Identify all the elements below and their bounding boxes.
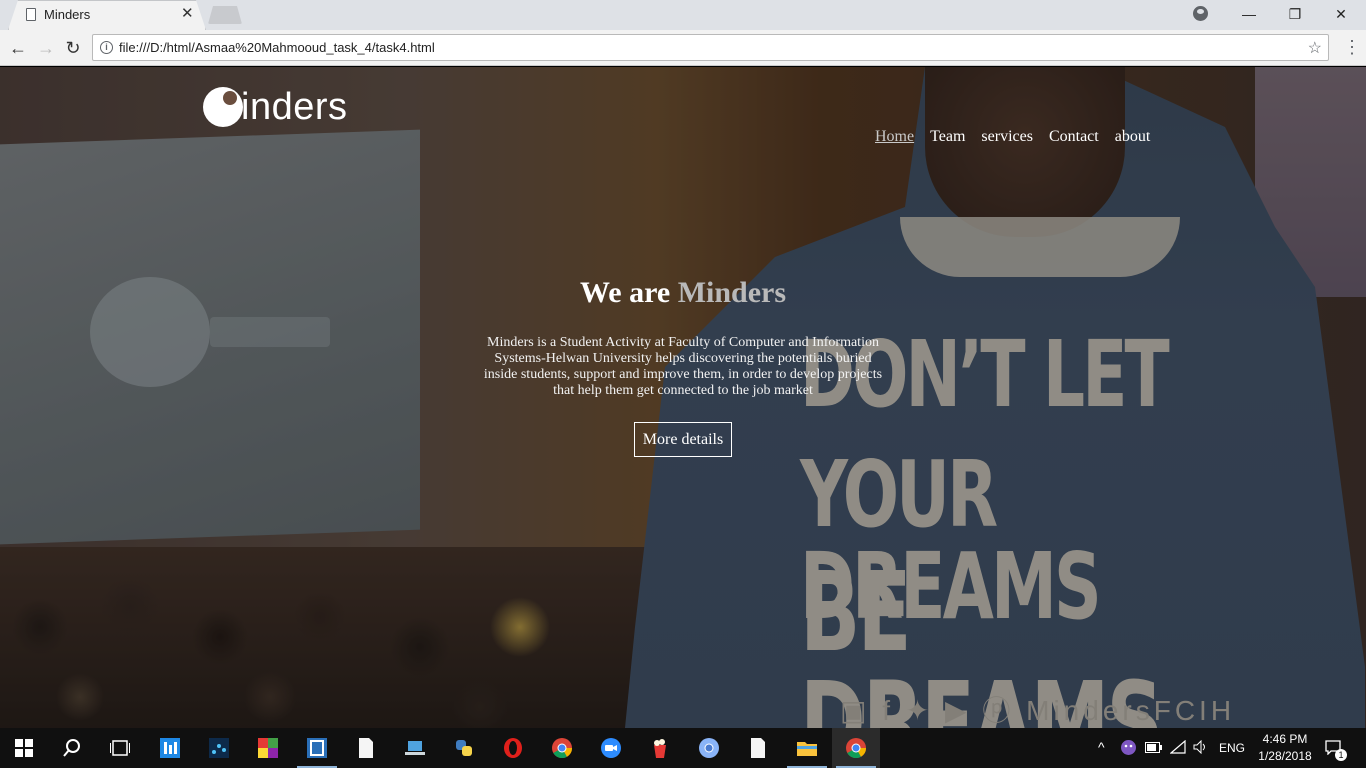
hero-title-prefix: We are [579, 276, 671, 309]
python-icon [456, 740, 472, 756]
tray-app-icon[interactable] [1121, 740, 1136, 755]
clock-time[interactable]: 4:46 PM [1260, 732, 1310, 746]
task-view-icon [110, 740, 130, 756]
info-icon[interactable]: i [100, 41, 113, 54]
browser-tab[interactable] [8, 0, 206, 30]
wifi-icon[interactable] [1170, 740, 1186, 754]
notification-count-badge: 1 [1335, 749, 1347, 761]
page-viewport: DON’T LET YOUR DREAMS BE DREAMS ▣ f ✦ ▶ … [0, 67, 1366, 728]
search-button[interactable] [48, 728, 96, 768]
hero-description: Minders is a Student Activity at Faculty… [483, 335, 883, 398]
site-logo[interactable]: inders [203, 85, 348, 129]
page-icon [26, 8, 36, 21]
restore-button[interactable]: ❐ [1272, 0, 1318, 28]
taskbar-app-zoom[interactable] [587, 728, 635, 768]
close-tab-icon[interactable]: ✕ [181, 5, 194, 23]
laptop-app-icon [405, 741, 425, 755]
logo-mark-icon [203, 87, 243, 127]
taskbar-app-laptop[interactable] [391, 728, 439, 768]
brackets-editor-icon [307, 738, 327, 758]
taskbar-app-document[interactable] [734, 728, 782, 768]
nav-contact[interactable]: Contact [1049, 128, 1099, 146]
browser-menu-icon[interactable]: ⋮ [1343, 37, 1361, 57]
taskbar-app-chrome[interactable] [538, 728, 586, 768]
nav-team[interactable]: Team [930, 128, 965, 146]
window-titlebar: Minders ✕ — ❐ ✕ [0, 0, 1366, 30]
show-hidden-icons-button[interactable]: ^ [1098, 739, 1105, 755]
nav-about[interactable]: about [1115, 128, 1151, 146]
nav-home[interactable]: Home [875, 128, 914, 146]
chrome-active-icon [846, 738, 866, 758]
file-explorer-icon [797, 742, 817, 756]
hero-title: We are Minders [0, 276, 1366, 310]
taskbar-app-file-explorer[interactable] [783, 728, 831, 768]
popcorn-icon [654, 739, 666, 758]
reload-button[interactable]: ↻ [61, 36, 85, 60]
search-icon [63, 739, 80, 757]
bookmark-star-icon[interactable]: ☆ [1308, 38, 1322, 58]
windows-start-icon [15, 739, 33, 757]
taskbar-app-files[interactable] [146, 728, 194, 768]
back-button[interactable]: ← [6, 36, 30, 60]
taskbar-app-brackets[interactable] [293, 728, 341, 768]
document-icon [751, 738, 765, 758]
taskbar-app-popcorn[interactable] [636, 728, 684, 768]
taskbar-app-python[interactable] [440, 728, 488, 768]
zoom-icon [601, 738, 621, 758]
opera-icon [504, 738, 522, 758]
taskbar-app-text-file[interactable] [342, 728, 390, 768]
chrome-icon [552, 738, 572, 758]
address-bar[interactable]: i file:///D:/html/Asmaa%20Mahmooud_task_… [92, 34, 1329, 61]
main-nav: Home Team services Contact about [875, 128, 1150, 146]
hero-title-accent: Minders [677, 276, 787, 309]
chromium-icon [699, 738, 719, 758]
taskbar-app-network[interactable] [195, 728, 243, 768]
volume-icon[interactable] [1193, 740, 1209, 754]
color-squares-app-icon [258, 738, 278, 758]
forward-button[interactable]: → [34, 36, 58, 60]
start-button[interactable] [0, 728, 48, 768]
tab-title[interactable]: Minders [44, 7, 90, 22]
network-app-icon [209, 738, 229, 758]
taskbar-app-color-squares[interactable] [244, 728, 292, 768]
nav-services[interactable]: services [981, 128, 1033, 146]
clock-date[interactable]: 1/28/2018 [1253, 749, 1317, 763]
url-text[interactable]: file:///D:/html/Asmaa%20Mahmooud_task_4/… [119, 40, 435, 55]
browser-toolbar: ← → ↻ i file:///D:/html/Asmaa%20Mahmooud… [0, 30, 1366, 66]
language-indicator[interactable]: ENG [1219, 741, 1245, 755]
taskbar-app-opera[interactable] [489, 728, 537, 768]
account-icon[interactable] [1193, 6, 1208, 21]
close-window-button[interactable]: ✕ [1318, 0, 1364, 28]
taskbar-app-chrome-active[interactable] [832, 728, 880, 768]
new-tab-button[interactable] [208, 6, 242, 24]
more-details-button[interactable]: More details [634, 422, 732, 457]
battery-icon[interactable] [1145, 742, 1162, 753]
windows-taskbar: ^ ENG 4:46 PM 1/28/2018 1 [0, 728, 1366, 768]
taskbar-app-chromium[interactable] [685, 728, 733, 768]
task-view-button[interactable] [96, 728, 144, 768]
files-app-icon [160, 738, 180, 758]
text-file-icon [359, 738, 373, 758]
minimize-button[interactable]: — [1226, 0, 1272, 28]
logo-text: inders [241, 85, 348, 128]
